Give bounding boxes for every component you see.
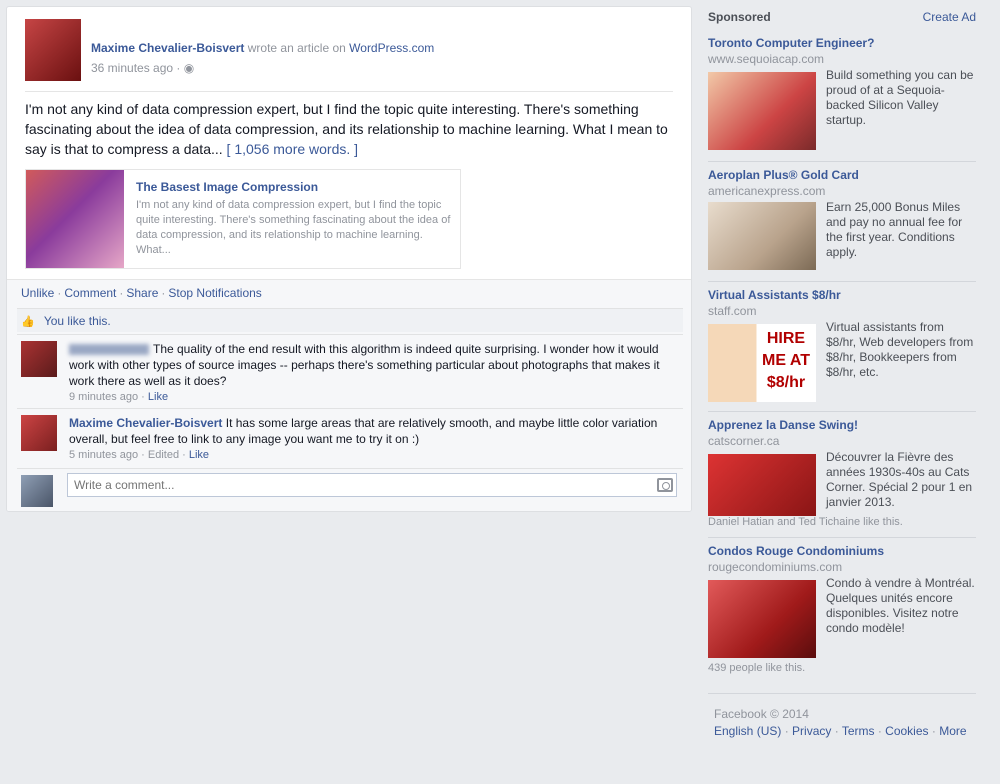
ad-image[interactable] [708,580,816,658]
comment-text: Maxime Chevalier-Boisvert It has some la… [69,415,673,447]
commenter-name[interactable]: Maxime Chevalier-Boisvert [69,416,222,430]
ad-title[interactable]: Toronto Computer Engineer? [708,36,976,50]
commenter-name-blurred[interactable] [69,344,149,356]
attachment-thumbnail[interactable] [26,170,124,268]
share-link[interactable]: Share [126,286,158,300]
feedback-area: Unlike · Comment · Share · Stop Notifications … [7,279,691,511]
commenter-avatar[interactable] [21,415,57,451]
story-header: Maxime Chevalier-Boisvert wrote an artic… [25,19,673,91]
ad-title[interactable]: Virtual Assistants $8/hr [708,288,976,302]
sponsored-heading: Sponsored Create Ad [708,10,976,24]
ad-social-context: Daniel Hatian and Ted Tichaine like this… [708,516,903,528]
ad-image[interactable] [708,72,816,150]
footer-link-more[interactable]: More [939,724,966,738]
more-words-link[interactable]: [ 1,056 more words. ] [227,141,359,157]
separator-dot: · [161,286,166,300]
ad-item[interactable]: Virtual Assistants $8/hr staff.com HIRE … [708,288,976,412]
story-title: Maxime Chevalier-Boisvert wrote an artic… [91,41,434,55]
write-comment-row [17,468,683,511]
globe-icon: · ◉ [176,61,195,75]
story-card: Maxime Chevalier-Boisvert wrote an artic… [6,6,692,512]
ad-social-context: 439 people like this. [708,662,806,674]
thumbs-up-icon: 👍 [21,316,35,328]
footer-link-cookies[interactable]: Cookies [885,724,928,738]
likes-row: 👍 You like this. [17,308,683,332]
comment-timestamp[interactable]: 5 minutes ago [69,449,138,461]
stop-notifications-link[interactable]: Stop Notifications [168,286,261,300]
separator-dot: · [119,286,124,300]
copyright: Facebook © 2014 [714,707,809,721]
author-avatar[interactable] [25,19,81,81]
comment-link[interactable]: Comment [64,286,116,300]
ad-text: Condo à vendre à Montréal. Quelques unit… [826,576,975,635]
comment-meta: 5 minutes ago · Edited · Like [69,449,210,461]
comment-body: The quality of the end result with this … [69,342,660,388]
ad-title[interactable]: Aeroplan Plus® Gold Card [708,168,976,182]
ad-item[interactable]: Toronto Computer Engineer? www.sequoiaca… [708,36,976,162]
attachment-title[interactable]: The Basest Image Compression [136,180,318,194]
action-bar: Unlike · Comment · Share · Stop Notifications [21,286,262,300]
link-attachment[interactable]: The Basest Image Compression I'm not any… [25,169,461,269]
page-footer: Facebook © 2014 English (US) · Privacy ·… [714,706,976,740]
attachment-description: I'm not any kind of data compression exp… [136,199,451,256]
story-body: I'm not any kind of data compression exp… [25,99,671,159]
unlike-link[interactable]: Unlike [21,286,54,300]
comment-like-link[interactable]: Like [189,449,209,461]
ad-item[interactable]: Aeroplan Plus® Gold Card americanexpress… [708,168,976,282]
ad-item[interactable]: Apprenez la Danse Swing! catscorner.ca D… [708,418,976,538]
comment-meta: 9 minutes ago · Like [69,391,169,403]
comment-timestamp[interactable]: 9 minutes ago [69,391,138,403]
ad-text: Virtual assistants from $8/hr, Web devel… [826,320,974,379]
ad-item[interactable]: Condos Rouge Condominiums rougecondomini… [708,544,976,694]
site-link[interactable]: WordPress.com [349,41,434,55]
ad-domain: www.sequoiacap.com [708,52,825,66]
footer-link-privacy[interactable]: Privacy [792,724,831,738]
ad-image[interactable] [708,454,816,516]
ad-text: Build something you can be proud of at a… [826,68,974,127]
sponsored-sidebar: Sponsored Create Ad Toronto Computer Eng… [708,0,976,784]
sponsored-label: Sponsored [708,10,771,24]
author-name-link[interactable]: Maxime Chevalier-Boisvert [91,41,244,55]
story-timestamp[interactable]: 36 minutes ago [91,61,173,75]
likes-text[interactable]: You like this. [44,314,111,328]
footer-link-terms[interactable]: Terms [842,724,875,738]
comment-item: Maxime Chevalier-Boisvert It has some la… [17,408,683,466]
story-action-text: wrote an article on [247,41,346,55]
current-user-avatar [21,475,53,507]
camera-icon[interactable] [657,478,673,492]
write-comment-input[interactable] [67,473,677,497]
story-meta: 36 minutes ago · ◉ [91,61,194,75]
ad-text: Découvrer la Fièvre des années 1930s-40s… [826,450,973,509]
commenter-avatar[interactable] [21,341,57,377]
ad-image[interactable] [708,202,816,270]
see-more-link[interactable]: ... [211,141,223,157]
ad-title[interactable]: Condos Rouge Condominiums [708,544,976,558]
ad-domain: americanexpress.com [708,184,826,198]
create-ad-link[interactable]: Create Ad [923,10,976,24]
comment-item: The quality of the end result with this … [17,334,683,406]
comment-like-link[interactable]: Like [148,391,168,403]
footer-links: English (US) · Privacy · Terms · Cookies… [714,724,967,738]
comment-text: The quality of the end result with this … [69,341,673,389]
footer-link-language[interactable]: English (US) [714,724,781,738]
ad-image[interactable]: HIRE ME AT $8/hr [708,324,816,402]
comment-edited[interactable]: Edited [148,449,179,461]
separator-dot: · [57,286,62,300]
divider [25,91,673,92]
ad-image-caption: HIRE ME AT $8/hr [762,330,810,391]
ad-domain: catscorner.ca [708,434,780,448]
ad-title[interactable]: Apprenez la Danse Swing! [708,418,976,432]
ad-domain: staff.com [708,304,757,318]
ad-domain: rougecondominiums.com [708,560,843,574]
ad-text: Earn 25,000 Bonus Miles and pay no annua… [826,200,963,259]
